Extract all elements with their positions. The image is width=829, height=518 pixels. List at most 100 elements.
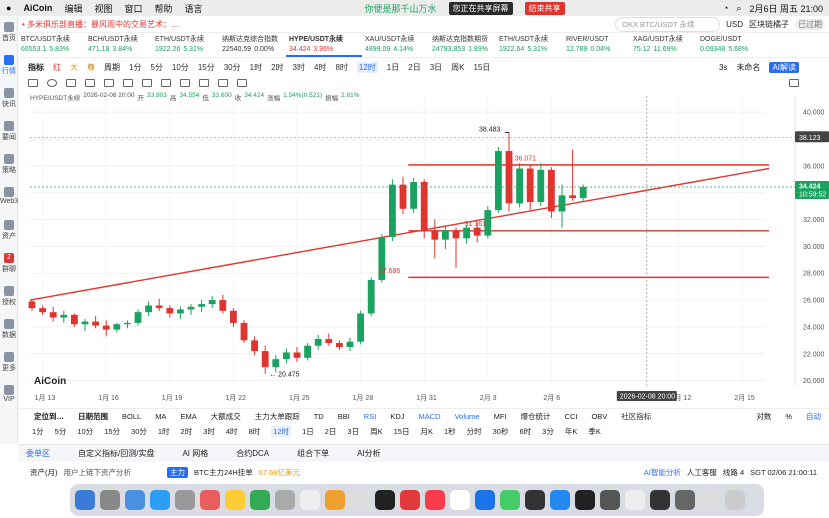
menubar-clock[interactable]: 2月6日 周五 21:00: [749, 2, 823, 15]
sidebar-item-0[interactable]: 首页: [0, 22, 18, 43]
sidebar-item-3[interactable]: 要闻: [0, 121, 18, 142]
interval-bar-item[interactable]: 1日: [302, 426, 314, 437]
bottom-tab-3[interactable]: 合约DCA: [236, 448, 269, 459]
interval-6[interactable]: 2时: [271, 62, 283, 73]
interval-14[interactable]: 周K: [451, 62, 464, 73]
user-name[interactable]: 区块链橘子: [749, 19, 789, 30]
dock-app-icon[interactable]: [650, 490, 670, 510]
dock-app-icon[interactable]: [525, 490, 545, 510]
interval-2[interactable]: 10分: [172, 62, 189, 73]
channel-tool-icon[interactable]: [85, 79, 95, 87]
menu-language[interactable]: 语言: [185, 2, 203, 15]
scale-option-0[interactable]: 对数: [756, 411, 771, 422]
interval-bar-item[interactable]: 6时: [519, 426, 531, 437]
color-red[interactable]: 红: [53, 62, 61, 73]
interval-3[interactable]: 15分: [198, 62, 215, 73]
dock-app-icon[interactable]: [700, 490, 720, 510]
dock-app-icon[interactable]: [150, 490, 170, 510]
indicator-boll[interactable]: BOLL: [122, 412, 141, 421]
interval-bar-item[interactable]: 季K: [588, 426, 601, 437]
ticker-2[interactable]: ETH/USDT永续 1922.26 5.31%: [152, 34, 219, 57]
interval-bar-item[interactable]: 1分: [32, 426, 44, 437]
indicator-volume[interactable]: Volume: [455, 412, 480, 421]
interval-bar-item[interactable]: 3时: [203, 426, 215, 437]
ai-analysis-button[interactable]: AI智能分析: [644, 467, 681, 478]
color-big[interactable]: 大: [70, 62, 78, 73]
interval-10[interactable]: 12时: [356, 61, 378, 73]
magnet-tool-icon[interactable]: [180, 79, 190, 87]
dock-app-icon[interactable]: [550, 490, 570, 510]
menu-window[interactable]: 窗口: [124, 2, 142, 15]
sidebar-item-8[interactable]: 授权: [0, 286, 18, 307]
indicator-bbi[interactable]: BBI: [338, 412, 350, 421]
interval-bar-item[interactable]: 3日: [347, 426, 359, 437]
sidebar-item-2[interactable]: 快讯: [0, 88, 18, 109]
dock-app-icon[interactable]: [275, 490, 295, 510]
dock-app-icon[interactable]: [200, 490, 220, 510]
ticker-10[interactable]: DOGE/USDT 0.09348 5.68%: [697, 34, 764, 57]
bottom-tab-2[interactable]: AI 网格: [182, 448, 208, 459]
ticker-9[interactable]: XAG/USDT永续 75.12 11.69%: [630, 34, 697, 57]
fullscreen-icon[interactable]: [789, 79, 799, 87]
ad-marquee[interactable]: • 多米俱乐部直播：暴风雨中的交易艺术：…: [22, 19, 179, 30]
interval-bar-item[interactable]: 30秒: [493, 426, 509, 437]
indicator-kdj[interactable]: KDJ: [390, 412, 404, 421]
sidebar-item-1[interactable]: 行情: [0, 55, 18, 76]
menu-edit[interactable]: 编辑: [64, 2, 82, 15]
dock-app-icon[interactable]: [175, 490, 195, 510]
assets-tab[interactable]: 资产(月): [30, 467, 58, 478]
interval-4[interactable]: 30分: [224, 62, 241, 73]
scale-option-2[interactable]: 自动: [806, 411, 821, 422]
sidebar-item-6[interactable]: 资产: [0, 220, 18, 241]
indicator-社区指标[interactable]: 社区指标: [621, 411, 651, 422]
layout-name[interactable]: 未命名: [736, 62, 760, 73]
dock-app-icon[interactable]: [400, 490, 420, 510]
bottom-tab-0[interactable]: 委单区: [26, 448, 50, 459]
ticker-4[interactable]: HYPE/USDT永续 34.424 3.96%: [286, 34, 362, 57]
dock-app-icon[interactable]: [300, 490, 320, 510]
interval-bar-item[interactable]: 10分: [77, 426, 93, 437]
interval-12[interactable]: 2日: [408, 62, 420, 73]
interval-0[interactable]: 1分: [129, 62, 141, 73]
dock-app-icon[interactable]: [100, 490, 120, 510]
interval-5[interactable]: 1时: [250, 62, 262, 73]
dock-app-icon[interactable]: [625, 490, 645, 510]
search-input[interactable]: OKX BTC/USDT 永续: [615, 16, 721, 32]
indicator-td[interactable]: TD: [314, 412, 324, 421]
interval-bar-item[interactable]: 15日: [394, 426, 410, 437]
dock-app-icon[interactable]: [475, 490, 495, 510]
lock-tool-icon[interactable]: [199, 79, 209, 87]
indicator-macd[interactable]: MACD: [418, 412, 440, 421]
sidebar-item-10[interactable]: 更多: [0, 352, 18, 373]
ticker-0[interactable]: BTC/USDT永续 66553.1 5.83%: [18, 34, 85, 57]
dock-app-icon[interactable]: [675, 490, 695, 510]
interval-8[interactable]: 4时: [314, 62, 326, 73]
interval-9[interactable]: 8时: [335, 62, 347, 73]
indicator-button[interactable]: 指标: [28, 62, 44, 73]
wifi-icon[interactable]: ◔: [723, 3, 728, 13]
interval-bar-item[interactable]: 1时: [158, 426, 170, 437]
line-tool-icon[interactable]: [66, 79, 76, 87]
scale-option-1[interactable]: %: [785, 412, 792, 421]
refresh-rate[interactable]: 3s: [719, 63, 727, 72]
brush-tool-icon[interactable]: [161, 79, 171, 87]
circle-tool-icon[interactable]: [47, 79, 57, 87]
currency-select[interactable]: USD: [726, 20, 743, 29]
indicator-cci[interactable]: CCI: [565, 412, 578, 421]
interval-bar-item[interactable]: 2日: [325, 426, 337, 437]
interval-bar-item[interactable]: 3分: [542, 426, 554, 437]
dock-app-icon[interactable]: [250, 490, 270, 510]
sidebar-item-9[interactable]: 数据: [0, 319, 18, 340]
interval-bar-item[interactable]: 分时: [467, 426, 482, 437]
indicator-mfi[interactable]: MFI: [494, 412, 507, 421]
interval-bar-item[interactable]: 5分: [55, 426, 67, 437]
ticker-3[interactable]: 纳斯达克综合指数 22540.59 0.00%: [219, 34, 286, 57]
ticker-7[interactable]: ETH/USDT永续 1922.64 5.31%: [496, 34, 563, 57]
indicator-obv[interactable]: OBV: [591, 412, 607, 421]
period-button[interactable]: 周期: [104, 62, 120, 73]
dock-app-icon[interactable]: [325, 490, 345, 510]
sidebar-item-5[interactable]: Web3: [0, 187, 18, 205]
interval-bar-item[interactable]: 年K: [565, 426, 578, 437]
interval-bar-item[interactable]: 8时: [249, 426, 261, 437]
dock-app-icon[interactable]: [425, 490, 445, 510]
